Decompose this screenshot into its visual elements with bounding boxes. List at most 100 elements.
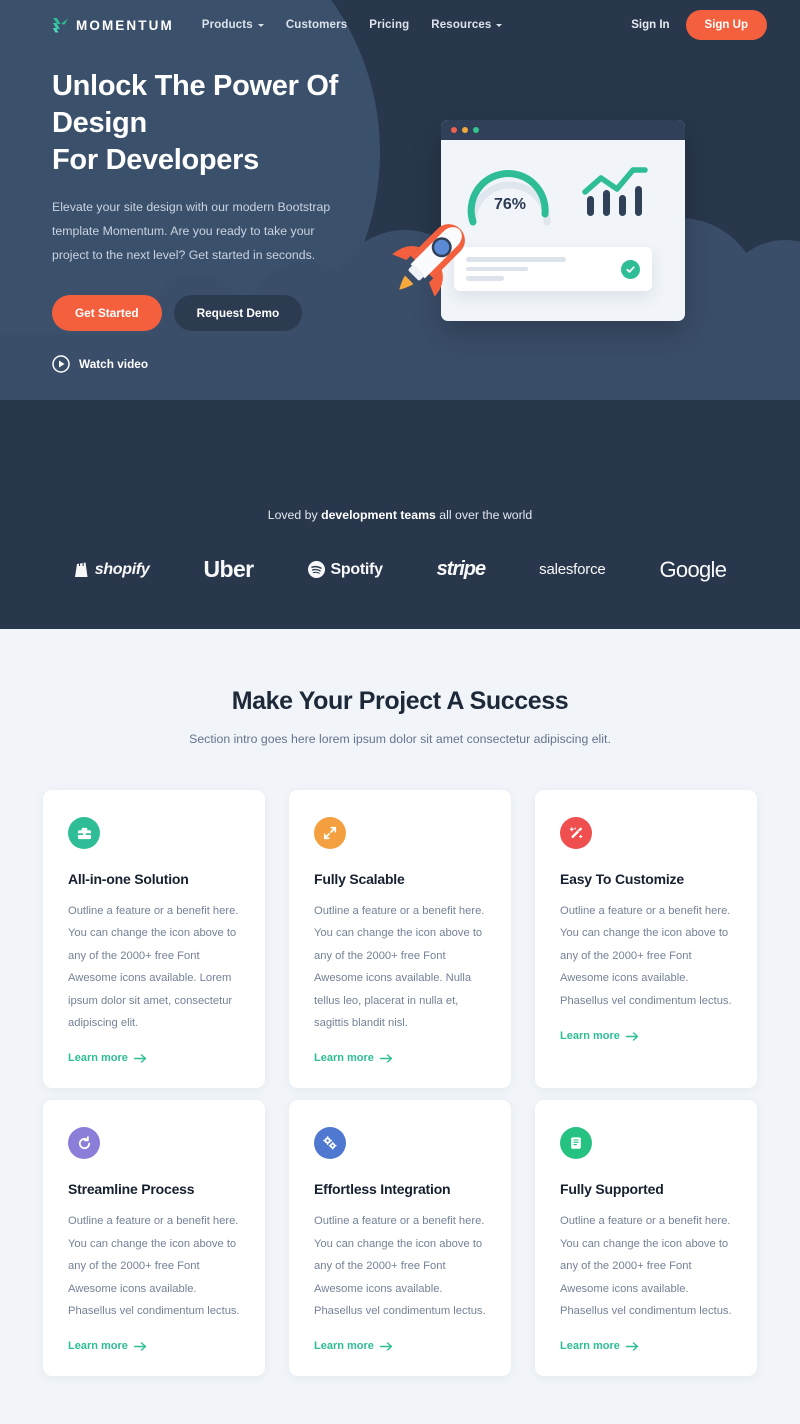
watch-video-link[interactable]: Watch video <box>52 355 148 373</box>
feature-card[interactable]: Fully Scalable Outline a feature or a be… <box>289 790 511 1089</box>
nav-item-label: Products <box>201 19 253 31</box>
nav-actions: Sign In Sign Up <box>631 10 767 40</box>
logo-stripe: stripe <box>436 558 486 581</box>
feature-card-title: Fully Supported <box>560 1181 664 1198</box>
get-started-button[interactable]: Get Started <box>52 295 162 332</box>
window-maximize-dot-icon <box>473 127 479 133</box>
play-circle-icon <box>52 355 70 373</box>
learn-more-link[interactable]: Learn more <box>560 1340 639 1352</box>
nav-item-customers[interactable]: Customers <box>286 19 347 31</box>
gauge-arc-icon <box>467 170 551 226</box>
hero-content: Unlock The Power Of Design For Developer… <box>0 50 800 373</box>
hero-illustration: 76% <box>392 68 800 373</box>
spotify-circle-icon <box>307 561 325 578</box>
magic-wand-glyph-icon <box>569 826 582 838</box>
check-icon <box>626 265 635 273</box>
cogs-glyph-icon <box>323 1136 337 1150</box>
hero-buttons: Get Started Request Demo <box>52 295 440 332</box>
sign-up-button[interactable]: Sign Up <box>685 10 767 40</box>
browser-title-bar <box>441 120 685 140</box>
placeholder-line <box>466 257 566 262</box>
section-subtitle: Section intro goes here lorem ipsum dolo… <box>189 732 611 746</box>
chevron-down-icon <box>257 23 264 27</box>
dashboard-task-card <box>454 247 652 291</box>
feature-card[interactable]: All-in-one Solution Outline a feature or… <box>43 790 265 1089</box>
cogs-icon <box>314 1127 346 1160</box>
logo-label: Spotify <box>330 560 383 578</box>
feature-card[interactable]: Fully Supported Outline a feature or a b… <box>535 1100 757 1377</box>
arrow-right-icon <box>379 1342 393 1351</box>
logo-salesforce: salesforce <box>539 561 606 578</box>
dashboard-body: 76% <box>441 140 685 321</box>
arrow-right-icon <box>625 1342 639 1351</box>
landing-page: MOMENTUM Products Customers Pricing Reso… <box>0 0 800 1424</box>
social-proof-prefix: Loved by <box>267 508 322 522</box>
briefcase-icon <box>68 817 100 849</box>
feature-card[interactable]: Effortless Integration Outline a feature… <box>289 1100 511 1377</box>
hero-copy: Unlock The Power Of Design For Developer… <box>0 68 440 373</box>
sign-in-link[interactable]: Sign In <box>631 19 669 31</box>
learn-more-label: Learn more <box>560 1340 620 1353</box>
shopify-bag-icon <box>74 561 88 577</box>
learn-more-link[interactable]: Learn more <box>68 1052 147 1064</box>
feature-card-text: Outline a feature or a benefit here. You… <box>560 1215 732 1318</box>
feature-card[interactable]: Streamline Process Outline a feature or … <box>43 1100 265 1377</box>
rocket-icon <box>392 224 465 297</box>
learn-more-label: Learn more <box>68 1340 128 1353</box>
nav-item-resources[interactable]: Resources <box>431 19 503 31</box>
placeholder-line <box>466 266 528 272</box>
logo-label: salesforce <box>539 561 606 578</box>
nav-item-label: Pricing <box>369 19 410 31</box>
arrow-right-icon <box>133 1054 147 1063</box>
arrow-right-icon <box>379 1054 393 1063</box>
learn-more-label: Learn more <box>68 1052 128 1065</box>
learn-more-label: Learn more <box>314 1052 374 1065</box>
learn-more-link[interactable]: Learn more <box>68 1340 147 1352</box>
nav-item-products[interactable]: Products <box>202 19 264 31</box>
hero-bottom-fill <box>0 400 800 500</box>
hero-title-line-2: For Developers <box>52 144 259 177</box>
main-navigation: MOMENTUM Products Customers Pricing Reso… <box>0 0 800 50</box>
logo-label: Uber <box>203 556 255 582</box>
book-glyph-icon <box>571 1137 581 1150</box>
social-proof-emphasis: development teams <box>321 508 436 522</box>
feature-card[interactable]: Easy To Customize Outline a feature or a… <box>535 790 757 1089</box>
nav-item-pricing[interactable]: Pricing <box>369 19 409 31</box>
refresh-glyph-icon <box>78 1136 90 1150</box>
brand-logo[interactable]: MOMENTUM <box>52 17 174 33</box>
hero-subtitle: Elevate your site design with our modern… <box>52 200 331 263</box>
hero-title: Unlock The Power Of Design For Developer… <box>52 68 440 179</box>
feature-card-text: Outline a feature or a benefit here. You… <box>314 905 485 1030</box>
feature-card-text: Outline a feature or a benefit here. You… <box>560 905 732 1007</box>
logo-shopify: shopify <box>74 561 150 579</box>
feature-card-title: All-in-one Solution <box>68 871 189 887</box>
arrow-right-icon <box>133 1342 147 1351</box>
gauge-chart: 76% <box>463 160 557 226</box>
feature-card-text: Outline a feature or a benefit here. You… <box>314 1215 486 1318</box>
learn-more-label: Learn more <box>314 1340 374 1353</box>
page-title: Make Your Project A Success <box>231 687 569 715</box>
learn-more-label: Learn more <box>560 1030 620 1043</box>
expand-arrows-glyph-icon <box>323 826 337 840</box>
dashboard-browser-mockup: 76% <box>441 120 685 321</box>
nav-item-label: Customers <box>285 19 348 31</box>
magic-wand-icon <box>560 817 592 849</box>
window-close-dot-icon <box>451 127 457 133</box>
learn-more-link[interactable]: Learn more <box>560 1030 639 1042</box>
bar-chart-icon <box>582 167 648 216</box>
learn-more-link[interactable]: Learn more <box>314 1052 393 1064</box>
refresh-icon <box>68 1127 100 1160</box>
hero-section: MOMENTUM Products Customers Pricing Reso… <box>0 0 800 500</box>
learn-more-link[interactable]: Learn more <box>314 1340 393 1352</box>
book-icon <box>560 1127 592 1160</box>
momentum-logo-icon <box>53 18 68 33</box>
nav-links: Products Customers Pricing Resources <box>202 19 503 31</box>
request-demo-button[interactable]: Request Demo <box>173 295 303 332</box>
window-minimize-dot-icon <box>462 127 468 133</box>
placeholder-lines <box>466 257 621 281</box>
gauge-value: 76% <box>493 196 527 213</box>
logo-label: stripe <box>436 558 486 580</box>
social-proof-section: Loved by development teams all over the … <box>0 500 800 629</box>
arrow-right-icon <box>625 1031 639 1041</box>
logo-spotify: Spotify <box>307 560 383 579</box>
